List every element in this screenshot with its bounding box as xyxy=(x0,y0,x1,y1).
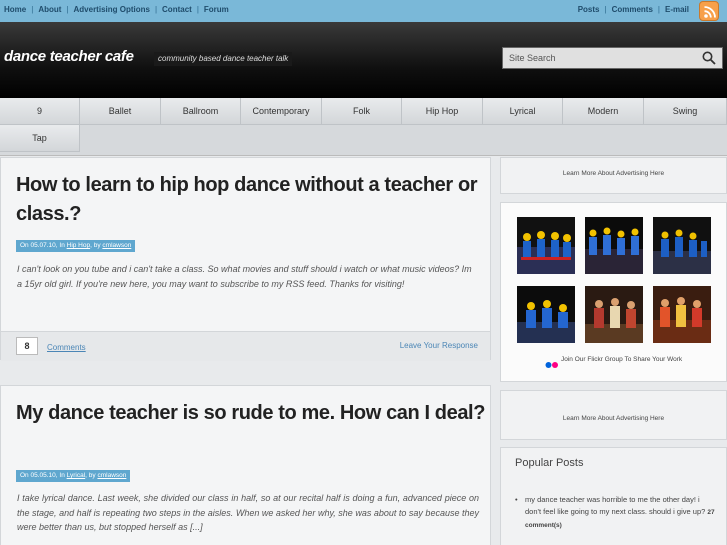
flickr-photo[interactable] xyxy=(585,286,643,343)
post-author-link[interactable]: cmlawson xyxy=(97,472,126,479)
nav-item-ballroom[interactable]: Ballroom xyxy=(161,98,241,125)
top-link-about[interactable]: About xyxy=(38,5,61,14)
post-category-link[interactable]: Hip Hop xyxy=(67,242,90,249)
nav-item-swing[interactable]: Swing xyxy=(644,98,727,125)
nav-item-hip-hop[interactable]: Hip Hop xyxy=(402,98,483,125)
flickr-photo[interactable] xyxy=(653,217,711,274)
post-title[interactable]: My dance teacher is so rude to me. How c… xyxy=(16,399,486,428)
nav-item-tap[interactable]: Tap xyxy=(0,125,80,152)
post-excerpt: I take lyrical dance. Last week, she div… xyxy=(17,493,479,532)
site-search xyxy=(502,47,723,69)
nav-item-contemporary[interactable]: Contemporary xyxy=(241,98,322,125)
nav-item-lyrical[interactable]: Lyrical xyxy=(483,98,563,125)
post-meta: On 05.05.10, In Lyrical, by cmlawson xyxy=(16,470,131,482)
post-title[interactable]: How to learn to hip hop dance without a … xyxy=(16,171,486,229)
rss-icon[interactable] xyxy=(699,1,719,21)
flickr-photo[interactable] xyxy=(517,286,575,343)
advertising-link[interactable]: Learn More About Advertising Here xyxy=(501,415,726,422)
top-link-home[interactable]: Home xyxy=(4,5,26,14)
category-nav: 9 Ballet Ballroom Contemporary Folk Hip … xyxy=(0,98,727,156)
top-link-forum[interactable]: Forum xyxy=(204,5,229,14)
flickr-photo[interactable] xyxy=(517,217,575,274)
flickr-gallery: Join Our Flickr Group To Share Your Work xyxy=(500,202,727,382)
nav-item-9[interactable]: 9 xyxy=(0,98,80,125)
top-link-advertising[interactable]: Advertising Options xyxy=(74,5,150,14)
post-date: On 05.05.10, In xyxy=(20,472,67,479)
ad-box-bottom: Learn More About Advertising Here xyxy=(500,390,727,440)
site-tagline: community based dance teacher talk xyxy=(154,52,293,66)
popular-posts: Popular Posts • my dance teacher was hor… xyxy=(500,447,727,545)
top-bar: Home | About | Advertising Options | Contact | F… xyxy=(0,0,727,22)
site-logo[interactable]: dance teacher cafe xyxy=(4,48,134,65)
popular-posts-title: Popular Posts xyxy=(515,457,584,469)
top-link-comments[interactable]: Comments xyxy=(612,5,653,14)
top-nav-right: Posts | Comments | E-mail xyxy=(577,5,689,14)
comments-link[interactable]: Comments xyxy=(47,343,86,352)
site-header: dance teacher cafe community based dance… xyxy=(0,22,727,98)
leave-response-link[interactable]: Leave Your Response xyxy=(400,341,478,350)
comment-count-badge[interactable]: 8 xyxy=(16,337,38,355)
post-footer: 8 Comments Leave Your Response xyxy=(1,331,490,361)
post-category-link[interactable]: Lyrical xyxy=(67,472,86,479)
ad-box-top: Learn More About Advertising Here xyxy=(500,157,727,194)
post-date: On 05.07.10, In xyxy=(20,242,67,249)
post-meta-by: , by xyxy=(85,472,98,479)
flickr-icon xyxy=(545,356,559,374)
flickr-photo[interactable] xyxy=(653,286,711,343)
top-nav-left: Home | About | Advertising Options | Contact | F… xyxy=(4,5,229,14)
nav-item-modern[interactable]: Modern xyxy=(563,98,644,125)
advertising-link[interactable]: Learn More About Advertising Here xyxy=(501,170,726,177)
search-icon[interactable] xyxy=(702,51,716,70)
post-excerpt: I can't look on you tube and i can't tak… xyxy=(17,264,472,289)
post-card: How to learn to hip hop dance without a … xyxy=(0,157,491,361)
top-link-contact[interactable]: Contact xyxy=(162,5,192,14)
post-author-link[interactable]: cmlawson xyxy=(102,242,131,249)
bullet-icon: • xyxy=(515,495,518,504)
flickr-photo[interactable] xyxy=(585,217,643,274)
nav-item-ballet[interactable]: Ballet xyxy=(80,98,161,125)
search-input[interactable] xyxy=(503,48,693,68)
post-meta-by: , by xyxy=(90,242,103,249)
post-meta: On 05.07.10, In Hip Hop, by cmlawson xyxy=(16,240,136,252)
popular-post-item[interactable]: • my dance teacher was horrible to me th… xyxy=(515,494,715,532)
popular-post-link[interactable]: my dance teacher was horrible to me the … xyxy=(525,495,705,516)
top-link-email[interactable]: E-mail xyxy=(665,5,689,14)
top-link-posts[interactable]: Posts xyxy=(578,5,600,14)
nav-item-folk[interactable]: Folk xyxy=(322,98,402,125)
flickr-group-link[interactable]: Join Our Flickr Group To Share Your Work xyxy=(561,356,682,363)
post-card: My dance teacher is so rude to me. How c… xyxy=(0,385,491,545)
